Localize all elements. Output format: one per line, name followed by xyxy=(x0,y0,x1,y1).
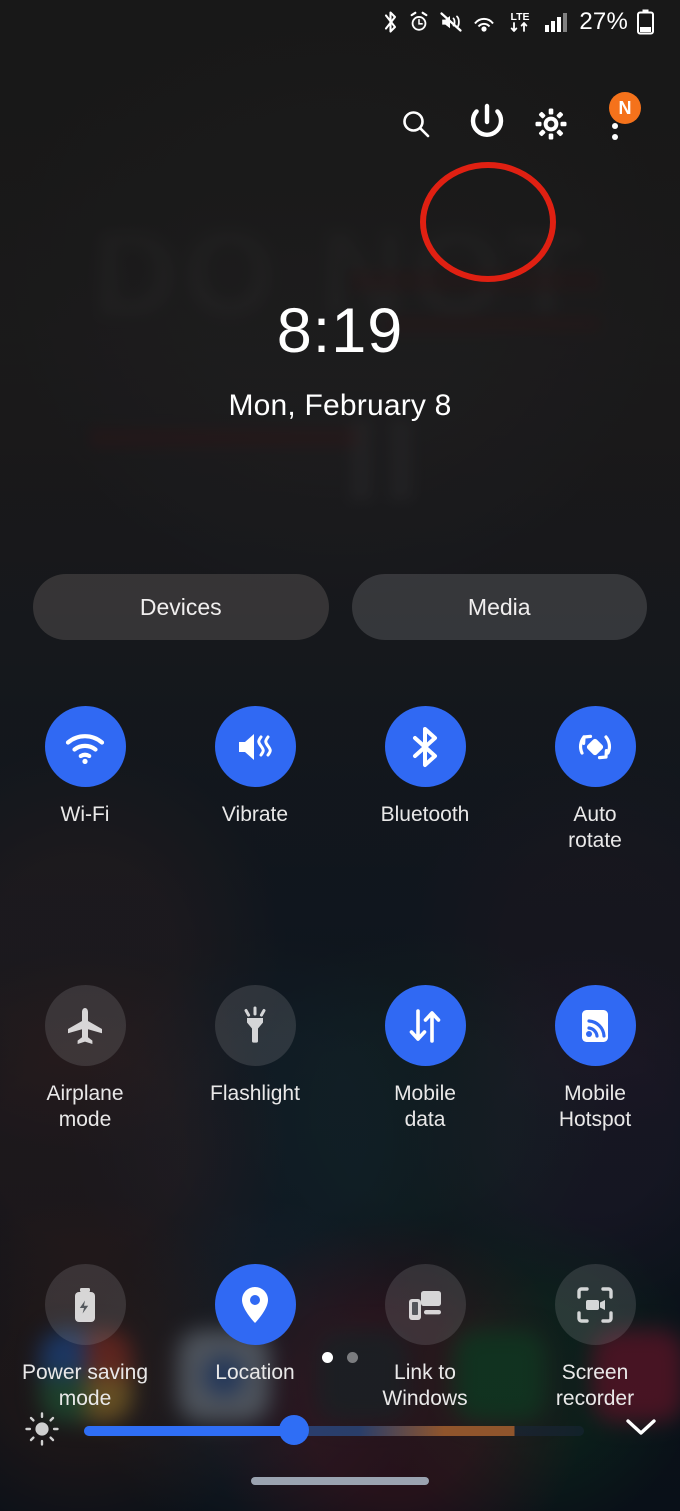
clock-widget: 8:19 Mon, February 8 xyxy=(0,300,680,423)
power-icon xyxy=(462,99,512,154)
page-dot-2[interactable] xyxy=(347,1352,358,1363)
brightness-sun-icon xyxy=(0,1411,84,1447)
devices-button[interactable]: Devices xyxy=(33,574,329,640)
tile-mobile-data[interactable]: Mobile data xyxy=(340,985,510,1133)
mobile-data-icon xyxy=(384,985,466,1066)
tile-wifi[interactable]: Wi-Fi xyxy=(0,706,170,854)
location-pin-icon xyxy=(214,1264,296,1345)
navigation-bar xyxy=(0,1451,680,1511)
tile-link-to-windows[interactable]: Link to Windows xyxy=(340,1264,510,1412)
tile-label: Bluetooth xyxy=(380,803,470,826)
clock-time: 8:19 xyxy=(276,296,404,366)
page-dot-1[interactable] xyxy=(322,1352,333,1363)
wifi-calling-icon xyxy=(472,10,496,34)
screen-recorder-icon xyxy=(554,1264,636,1345)
vibrate-icon xyxy=(214,706,296,787)
svg-text:LTE: LTE xyxy=(511,11,530,23)
quick-panel-header: N xyxy=(0,92,680,282)
bluetooth-icon xyxy=(382,10,399,34)
media-button[interactable]: Media xyxy=(351,574,647,640)
battery-percentage: 27% xyxy=(579,8,628,35)
chevron-down-icon xyxy=(624,1416,658,1443)
search-button[interactable] xyxy=(386,96,446,156)
wifi-icon xyxy=(44,706,126,787)
home-gesture-bar[interactable] xyxy=(251,1477,429,1485)
tile-flashlight[interactable]: Flashlight xyxy=(170,985,340,1133)
brightness-fill xyxy=(84,1426,294,1436)
tile-location[interactable]: Location xyxy=(170,1264,340,1412)
auto-rotate-icon xyxy=(554,706,636,787)
lte-icon: LTE xyxy=(505,9,535,35)
tile-label: Auto rotate xyxy=(568,803,622,852)
more-options-button[interactable]: N xyxy=(585,92,645,156)
tile-label: Vibrate xyxy=(221,803,289,826)
notification-badge: N xyxy=(609,92,641,124)
tile-label: Location xyxy=(215,1361,295,1384)
tile-label: Mobile Hotspot xyxy=(558,1082,632,1131)
tile-mobile-hotspot[interactable]: Mobile Hotspot xyxy=(510,985,680,1133)
flashlight-icon xyxy=(214,985,296,1066)
search-icon xyxy=(399,107,433,146)
airplane-icon xyxy=(44,985,126,1066)
annotation-highlight-circle xyxy=(420,162,556,282)
tile-label: Wi-Fi xyxy=(60,803,110,826)
power-button[interactable] xyxy=(457,96,517,156)
settings-button[interactable] xyxy=(521,96,581,156)
brightness-thumb[interactable] xyxy=(279,1415,309,1445)
phone-screen: DO NOT xyxy=(0,0,680,1511)
tile-bluetooth[interactable]: Bluetooth xyxy=(340,706,510,854)
tile-label: Mobile data xyxy=(394,1082,456,1131)
signal-bars-icon xyxy=(544,11,568,33)
quick-settings-grid: Wi-Fi Vibrate Bluetooth Auto rotate Airp… xyxy=(0,706,680,1412)
tile-screen-recorder[interactable]: Screen recorder xyxy=(510,1264,680,1412)
tile-vibrate[interactable]: Vibrate xyxy=(170,706,340,854)
gear-icon xyxy=(535,108,567,145)
clock-date: Mon, February 8 xyxy=(228,389,452,422)
brightness-slider[interactable] xyxy=(84,1415,584,1445)
page-indicator xyxy=(0,1352,680,1363)
tile-label: Flashlight xyxy=(210,1082,300,1105)
alarm-icon xyxy=(408,10,430,34)
battery-low-icon xyxy=(637,9,654,35)
battery-saver-icon xyxy=(44,1264,126,1345)
tile-auto-rotate[interactable]: Auto rotate xyxy=(510,706,680,854)
expand-button[interactable] xyxy=(602,1416,680,1443)
mute-vibrate-icon xyxy=(439,10,463,34)
link-to-windows-icon xyxy=(384,1264,466,1345)
tile-label: Airplane mode xyxy=(46,1082,124,1131)
status-bar: LTE 27% xyxy=(0,0,680,44)
bluetooth-icon xyxy=(384,706,466,787)
tile-power-saving-mode[interactable]: Power saving mode xyxy=(0,1264,170,1412)
hotspot-icon xyxy=(554,985,636,1066)
devices-media-row: Devices Media xyxy=(33,574,647,640)
brightness-row xyxy=(0,1400,680,1458)
tile-airplane-mode[interactable]: Airplane mode xyxy=(0,985,170,1133)
